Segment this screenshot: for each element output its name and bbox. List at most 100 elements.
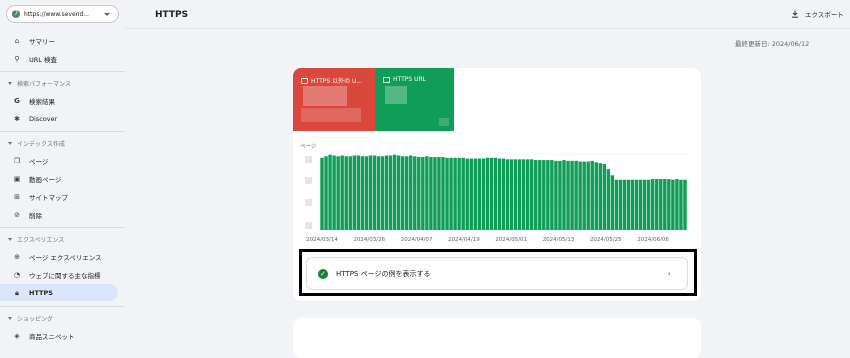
chart-bar <box>570 160 574 230</box>
redacted-value <box>439 118 449 126</box>
chart-bar <box>320 157 324 230</box>
chart-bar <box>348 156 352 230</box>
x-tick-label: 2024/06/06 <box>637 237 669 243</box>
section-label: インデックス作成 <box>17 141 65 148</box>
sidebar: 7 https://www.sevend... ⌂ サマリー ⚲ URL 検査 … <box>0 0 125 350</box>
chart-bar <box>392 154 397 230</box>
chart-bar <box>400 156 405 230</box>
chart-bar <box>614 179 619 230</box>
chart-bar <box>602 163 607 230</box>
section-experience[interactable]: エクスペリエンス <box>8 235 64 244</box>
sidebar-item-summary[interactable]: ⌂ サマリー <box>0 32 118 49</box>
chart-bar <box>505 159 510 230</box>
chevron-down-icon <box>8 317 12 320</box>
sidebar-item-sitemaps[interactable]: ⊞ サイトマップ <box>0 188 118 205</box>
diamond-icon: ◈ <box>14 331 20 340</box>
chart-bar <box>590 160 594 230</box>
chart-bar <box>663 179 667 230</box>
chart-bar <box>667 179 671 230</box>
chart-bar <box>453 157 457 230</box>
x-tick-label: 2024/04/19 <box>448 237 480 243</box>
chart-bar <box>485 157 490 230</box>
chart-bar <box>356 155 361 230</box>
chart-bar <box>445 157 449 230</box>
page-status-icon <box>301 77 308 84</box>
chart-bar <box>332 155 336 230</box>
chart-bar <box>388 155 393 230</box>
sidebar-item-page-experience[interactable]: ⊕ ページ エクスペリエンス <box>0 248 118 265</box>
chart-bar <box>582 161 586 230</box>
x-tick-label: 2024/05/13 <box>543 237 575 243</box>
y-tick-label <box>305 177 312 184</box>
sidebar-item-label: サマリー <box>29 37 55 46</box>
divider <box>0 306 125 307</box>
chart-bar <box>449 157 453 230</box>
chart-bar <box>659 179 663 230</box>
chart-bar <box>441 157 445 230</box>
chart-bar <box>501 158 506 230</box>
sidebar-item-discover[interactable]: ✱ Discover <box>0 110 118 127</box>
sidebar-item-label: 商品スニペット <box>29 332 75 341</box>
sidebar-item-label: Discover <box>29 114 58 123</box>
export-label: エクスポート <box>805 11 844 19</box>
chart-bar <box>413 156 417 230</box>
plus-circle-icon: ⊕ <box>14 252 20 261</box>
sidebar-item-url-inspection[interactable]: ⚲ URL 検査 <box>0 50 118 67</box>
y-tick-label <box>305 199 312 206</box>
sidebar-item-product-snippets[interactable]: ◈ 商品スニペット <box>0 327 118 344</box>
section-shopping[interactable]: ショッピング <box>8 314 53 323</box>
property-url: https://www.sevend... <box>24 10 89 18</box>
sidebar-item-label: ページ <box>29 157 49 166</box>
redacted-value <box>303 86 347 106</box>
chart-bar <box>534 160 538 230</box>
sidebar-item-label: 動画ページ <box>29 175 62 184</box>
sidebar-item-pages[interactable]: ❐ ページ <box>0 152 118 169</box>
tile-label: HTTPS URL <box>393 76 426 83</box>
x-tick-label: 2024/03/26 <box>353 237 385 243</box>
sidebar-item-removals[interactable]: ⊘ 削除 <box>0 206 118 223</box>
chart-bar <box>651 179 655 230</box>
chart-bar <box>465 158 469 230</box>
sidebar-item-video-pages[interactable]: ▣ 動画ページ <box>0 170 118 187</box>
tile-non-https[interactable]: HTTPS 以外の U... <box>293 68 375 131</box>
chart-bar <box>562 160 566 230</box>
chart-bar <box>324 156 328 230</box>
https-pages-chart: 2024/03/14 2024/03/26 2024/04/07 2024/04/19… <box>305 153 687 243</box>
chart-bar <box>610 175 615 230</box>
chart-bar <box>372 155 377 230</box>
chart-bar <box>679 179 683 230</box>
sidebar-item-https[interactable]: 🔒︎ HTTPS <box>0 284 118 301</box>
redacted-value <box>301 108 361 122</box>
chart-bar <box>328 154 332 230</box>
chart-bar <box>521 159 526 230</box>
chart-bar <box>368 155 373 230</box>
chart-bar <box>586 161 590 230</box>
chart-bar <box>594 162 598 230</box>
sidebar-item-label: ウェブに関する主な指標 <box>29 271 101 280</box>
chart-bar <box>554 160 558 230</box>
chevron-down-icon <box>8 238 12 241</box>
tile-https[interactable]: HTTPS URL <box>375 68 454 131</box>
chart-bar <box>606 169 611 230</box>
section-label: 検索パフォーマンス <box>17 81 71 88</box>
divider <box>0 227 125 228</box>
divider <box>0 131 125 132</box>
chart-bar <box>626 179 631 230</box>
asterisk-icon: ✱ <box>14 114 20 123</box>
section-index[interactable]: インデックス作成 <box>8 139 65 148</box>
chart-bar <box>404 156 409 230</box>
chart-bar <box>513 159 518 230</box>
export-button[interactable]: エクスポート <box>791 9 844 19</box>
chevron-down-icon <box>8 142 12 145</box>
chart-bar <box>538 160 542 230</box>
sidebar-item-label: サイトマップ <box>29 193 68 202</box>
redacted-value <box>385 86 407 104</box>
chart-bar <box>380 156 385 230</box>
chart-bar <box>429 157 433 230</box>
sidebar-item-search-results[interactable]: G 検索結果 <box>0 92 118 109</box>
pages-icon: ❐ <box>13 156 21 165</box>
chart-bar <box>550 160 554 230</box>
property-selector[interactable]: 7 https://www.sevend... <box>6 5 119 23</box>
sidebar-item-core-web-vitals[interactable]: ◔ ウェブに関する主な指標 <box>0 266 118 283</box>
section-performance[interactable]: 検索パフォーマンス <box>8 79 71 88</box>
